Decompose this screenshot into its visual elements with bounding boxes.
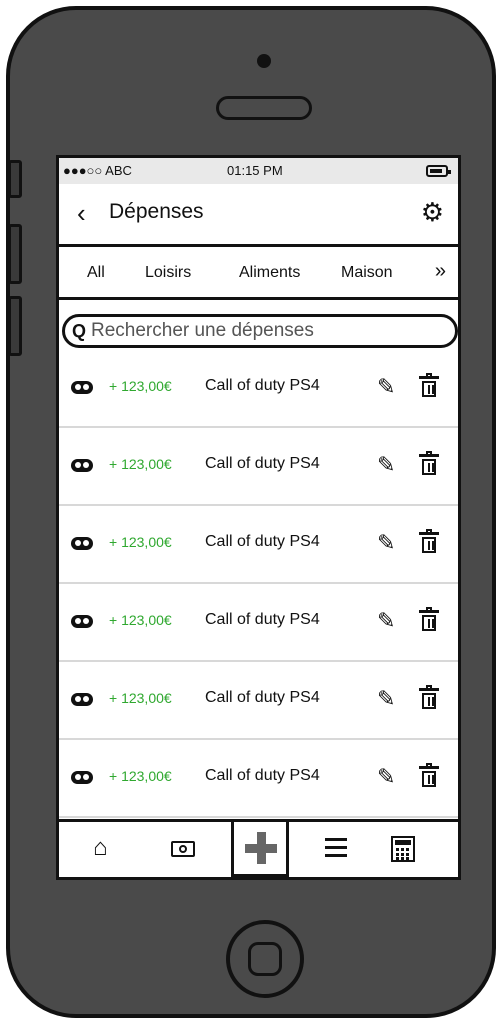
mute-switch xyxy=(8,160,22,198)
gear-icon[interactable]: ⚙ xyxy=(421,197,444,228)
expense-label: Call of duty PS4 xyxy=(205,611,320,628)
front-camera xyxy=(257,54,271,68)
list-item[interactable]: + 123,00€ Call of duty PS4 ✎ xyxy=(59,350,458,428)
tab-aliments[interactable]: Aliments xyxy=(239,264,300,282)
status-time: 01:15 PM xyxy=(227,163,283,178)
list-item[interactable]: + 123,00€ Call of duty PS4 ✎ xyxy=(59,506,458,584)
volume-up-button xyxy=(8,224,22,284)
trash-icon[interactable] xyxy=(419,373,439,397)
list-item[interactable]: + 123,00€ Call of duty PS4 ✎ xyxy=(59,740,458,818)
expense-amount: + 123,00€ xyxy=(109,534,172,550)
add-expense-button[interactable] xyxy=(231,819,289,877)
pencil-icon[interactable]: ✎ xyxy=(377,764,395,790)
gamepad-icon xyxy=(71,771,93,784)
list-icon[interactable] xyxy=(325,838,347,858)
earpiece-speaker xyxy=(216,96,312,120)
expense-label: Call of duty PS4 xyxy=(205,533,320,550)
app-screen: ●●●○○ ABC 01:15 PM ‹ Dépenses ⚙ All Lois… xyxy=(56,155,461,880)
volume-down-button xyxy=(8,296,22,356)
expense-label: Call of duty PS4 xyxy=(205,455,320,472)
search-bar[interactable]: Q xyxy=(62,314,458,348)
gamepad-icon xyxy=(71,459,93,472)
chevron-double-right-icon[interactable]: » xyxy=(435,260,446,283)
trash-icon[interactable] xyxy=(419,607,439,631)
pencil-icon[interactable]: ✎ xyxy=(377,530,395,556)
gamepad-icon xyxy=(71,693,93,706)
tab-loisirs[interactable]: Loisirs xyxy=(145,264,191,282)
money-icon[interactable] xyxy=(171,841,195,857)
status-bar: ●●●○○ ABC 01:15 PM xyxy=(59,158,458,184)
trash-icon[interactable] xyxy=(419,529,439,553)
pencil-icon[interactable]: ✎ xyxy=(377,686,395,712)
gamepad-icon xyxy=(71,615,93,628)
home-icon[interactable]: ⌂ xyxy=(93,834,108,862)
list-item[interactable]: + 123,00€ Call of duty PS4 ✎ xyxy=(59,584,458,662)
pencil-icon[interactable]: ✎ xyxy=(377,608,395,634)
trash-icon[interactable] xyxy=(419,685,439,709)
category-tabs: All Loisirs Aliments Maison » xyxy=(59,244,458,300)
expense-amount: + 123,00€ xyxy=(109,768,172,784)
gamepad-icon xyxy=(71,381,93,394)
search-icon: Q xyxy=(72,321,87,341)
expense-amount: + 123,00€ xyxy=(109,612,172,628)
trash-icon[interactable] xyxy=(419,763,439,787)
tab-all[interactable]: All xyxy=(87,264,105,282)
bottom-tab-bar: ⌂ xyxy=(59,819,458,877)
chevron-left-icon[interactable]: ‹ xyxy=(77,198,86,229)
tab-maison[interactable]: Maison xyxy=(341,264,393,282)
expense-amount: + 123,00€ xyxy=(109,378,172,394)
expense-label: Call of duty PS4 xyxy=(205,377,320,394)
trash-icon[interactable] xyxy=(419,451,439,475)
expense-amount: + 123,00€ xyxy=(109,456,172,472)
home-hardware-button[interactable] xyxy=(226,920,304,998)
page-title: Dépenses xyxy=(109,200,204,223)
battery-icon xyxy=(426,165,451,177)
search-input[interactable] xyxy=(91,319,451,343)
list-item[interactable]: + 123,00€ Call of duty PS4 ✎ xyxy=(59,662,458,740)
expense-label: Call of duty PS4 xyxy=(205,767,320,784)
list-item[interactable]: + 123,00€ Call of duty PS4 ✎ xyxy=(59,428,458,506)
gamepad-icon xyxy=(71,537,93,550)
expense-label: Call of duty PS4 xyxy=(205,689,320,706)
pencil-icon[interactable]: ✎ xyxy=(377,374,395,400)
calculator-icon[interactable] xyxy=(391,836,415,862)
pencil-icon[interactable]: ✎ xyxy=(377,452,395,478)
nav-bar: ‹ Dépenses ⚙ xyxy=(59,184,458,242)
expense-amount: + 123,00€ xyxy=(109,690,172,706)
carrier-signal: ●●●○○ ABC xyxy=(63,163,132,178)
